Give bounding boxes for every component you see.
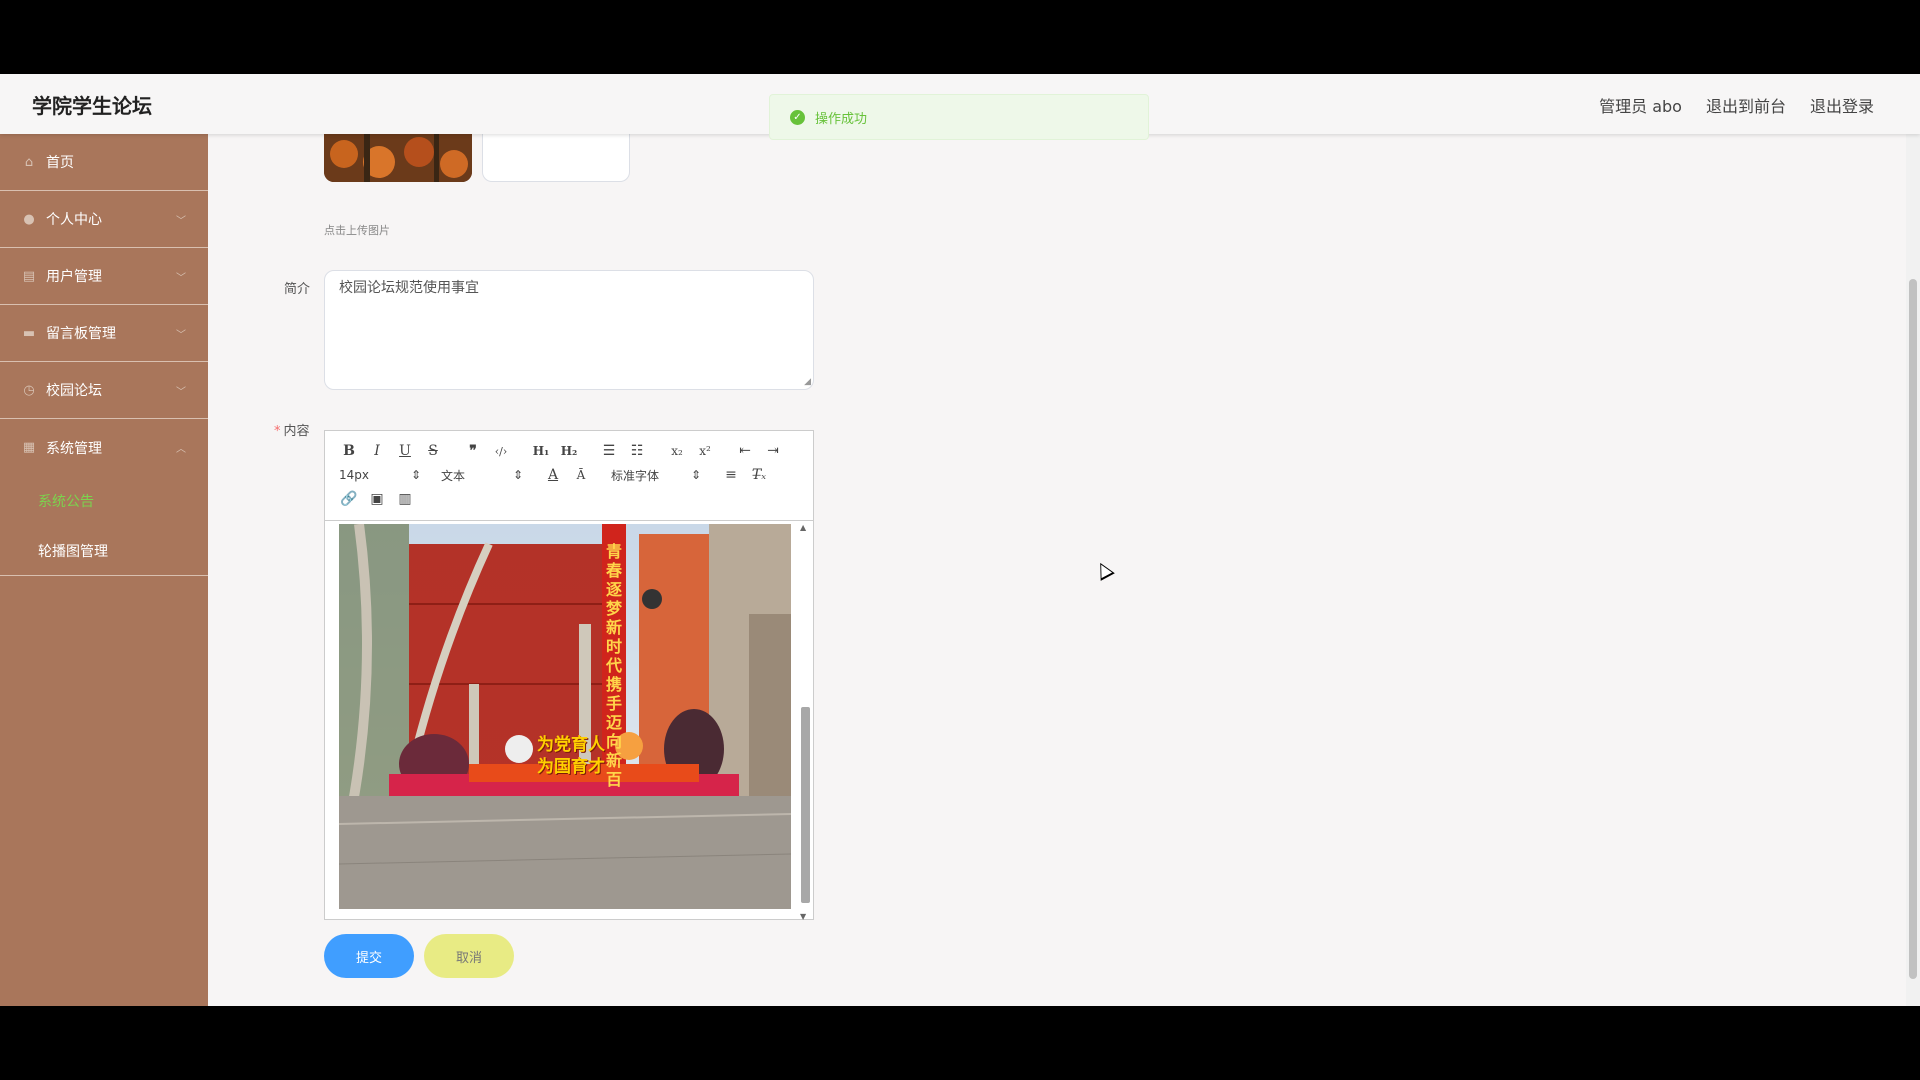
subscript-icon[interactable]: x₂: [663, 439, 691, 463]
sidebar: ⌂ 首页 ● 个人中心 ﹀ ▤ 用户管理 ﹀ ▬ 留言板管理 ﹀ ◷ 校园论坛 …: [0, 134, 208, 1006]
intro-text: 校园论坛规范使用事宜: [339, 280, 479, 296]
font-size-select[interactable]: 14px ⇕: [335, 463, 425, 487]
toast-message: 操作成功: [815, 111, 868, 127]
back-to-frontend-link[interactable]: 退出到前台: [1706, 93, 1786, 117]
app-screen: 学院学生论坛 管理员 abo 退出到前台 退出登录 ✓ 操作成功 ⌂ 首页 ● …: [0, 74, 1920, 1006]
font-color-icon[interactable]: A: [539, 463, 567, 487]
bold-icon[interactable]: B: [335, 439, 363, 463]
content-label-wrap: * 内容: [274, 420, 310, 439]
message-icon: ▬: [22, 325, 36, 341]
upload-hint: 点击上传图片: [324, 224, 390, 237]
editor-toolbar: B I U S ❞ ‹/› H₁ H₂ ☰ ☷ x₂ x² ⇤ ⇥ 14px ⇕…: [325, 431, 813, 521]
superscript-icon[interactable]: x²: [691, 439, 719, 463]
required-mark: *: [274, 424, 281, 439]
scroll-down-icon[interactable]: ▼: [800, 912, 806, 921]
select-arrows-icon: ⇕: [690, 468, 701, 482]
campus-building-photo-icon: [339, 524, 791, 909]
indent-icon[interactable]: ⇥: [759, 439, 787, 463]
bullet-list-icon[interactable]: ☷: [623, 439, 651, 463]
logout-link[interactable]: 退出登录: [1810, 93, 1874, 117]
toolbar-row-3: 🔗 ▣ ▥: [335, 487, 803, 511]
intro-label: 简介: [284, 282, 311, 297]
scroll-up-icon[interactable]: ▲: [800, 523, 806, 532]
video-icon[interactable]: ▥: [391, 487, 419, 511]
slogan-line-2: 为国育才: [537, 757, 605, 777]
submit-button[interactable]: 提交: [324, 934, 414, 978]
font-size-value: 14px: [339, 468, 369, 482]
ordered-list-icon[interactable]: ☰: [595, 439, 623, 463]
chevron-up-icon: ︿: [176, 444, 186, 455]
sidebar-item-messages[interactable]: ▬ 留言板管理 ﹀: [0, 305, 208, 362]
select-arrows-icon: ⇕: [410, 468, 421, 482]
sidebar-item-forum[interactable]: ◷ 校园论坛 ﹀: [0, 362, 208, 419]
toolbar-row-2: 14px ⇕ 文本 ⇕ A Ā 标准字体 ⇕ ≡ T̶ₓ: [335, 463, 803, 487]
sidebar-item-label: 留言板管理: [46, 326, 116, 342]
success-toast: ✓ 操作成功: [769, 94, 1149, 140]
code-block-icon[interactable]: ‹/›: [487, 439, 515, 463]
heading2-icon[interactable]: H₂: [555, 439, 583, 463]
sidebar-item-label: 用户管理: [46, 269, 102, 285]
blockquote-icon[interactable]: ❞: [459, 439, 487, 463]
admin-user-label[interactable]: 管理员 abo: [1599, 93, 1682, 117]
heading1-icon[interactable]: H₁: [527, 439, 555, 463]
header-links: 管理员 abo 退出到前台 退出登录: [1599, 93, 1874, 117]
editor-scrollbar[interactable]: ▲ ▼: [799, 521, 811, 921]
clock-icon: ◷: [23, 382, 35, 398]
select-arrows-icon: ⇕: [512, 468, 523, 482]
sidebar-item-profile[interactable]: ● 个人中心 ﹀: [0, 191, 208, 248]
home-icon: ⌂: [24, 154, 34, 170]
underline-icon[interactable]: U: [391, 439, 419, 463]
page-scroll-thumb[interactable]: [1909, 279, 1917, 979]
vertical-banner-text: 青春逐梦新时代 携手迈向新百: [605, 542, 622, 789]
link-icon[interactable]: 🔗: [335, 487, 363, 511]
rich-text-editor: B I U S ❞ ‹/› H₁ H₂ ☰ ☷ x₂ x² ⇤ ⇥ 14px ⇕…: [324, 430, 814, 921]
flowers-thumbnail-icon: [324, 134, 472, 182]
clear-format-icon[interactable]: T̶ₓ: [745, 463, 773, 487]
check-circle-icon: ✓: [790, 109, 805, 125]
editor-scroll-thumb[interactable]: [801, 707, 810, 903]
outdent-icon[interactable]: ⇤: [731, 439, 759, 463]
strikethrough-icon[interactable]: S: [419, 439, 447, 463]
intro-textarea[interactable]: 校园论坛规范使用事宜 ◢: [324, 270, 814, 390]
uploaded-image-thumbnail[interactable]: [324, 134, 472, 182]
sidebar-item-home[interactable]: ⌂ 首页: [0, 134, 208, 191]
chevron-down-icon: ﹀: [176, 387, 186, 398]
text-style-value: 文本: [441, 468, 466, 483]
grid-icon: ▦: [22, 440, 36, 455]
sidebar-item-label: 个人中心: [46, 212, 102, 228]
text-style-select[interactable]: 文本 ⇕: [437, 463, 527, 487]
main-content: 点击上传图片 简介 校园论坛规范使用事宜 ◢ * 内容 B I U S ❞ ‹/›…: [208, 134, 1908, 1006]
font-family-select[interactable]: 标准字体 ⇕: [607, 463, 705, 487]
sidebar-item-system[interactable]: ▦ 系统管理 ︿: [0, 419, 208, 476]
chevron-down-icon: ﹀: [176, 216, 186, 227]
user-icon: ●: [23, 211, 35, 227]
sidebar-subitem-carousel[interactable]: 轮播图管理: [0, 526, 208, 576]
sidebar-item-label: 校园论坛: [46, 383, 102, 399]
content-label: 内容: [283, 424, 310, 439]
cancel-button[interactable]: 取消: [424, 934, 514, 978]
chevron-down-icon: ﹀: [176, 330, 186, 341]
clipboard-icon: ▤: [22, 268, 36, 284]
app-title: 学院学生论坛: [32, 94, 152, 118]
sidebar-item-label: 首页: [46, 155, 74, 171]
image-icon[interactable]: ▣: [363, 487, 391, 511]
font-family-value: 标准字体: [611, 468, 660, 483]
chevron-down-icon: ﹀: [176, 273, 186, 284]
sidebar-subitem-announcements[interactable]: 系统公告: [0, 476, 208, 526]
resize-handle-icon[interactable]: ◢: [804, 377, 811, 387]
italic-icon[interactable]: I: [363, 439, 391, 463]
align-icon[interactable]: ≡: [717, 463, 745, 487]
page-scrollbar[interactable]: [1906, 134, 1920, 1006]
sidebar-item-users[interactable]: ▤ 用户管理 ﹀: [0, 248, 208, 305]
toolbar-row-1: B I U S ❞ ‹/› H₁ H₂ ☰ ☷ x₂ x² ⇤ ⇥: [335, 439, 803, 463]
editor-content-image[interactable]: 青春逐梦新时代 携手迈向新百 为党育人 为国育才: [339, 524, 791, 909]
upload-image-box[interactable]: [482, 134, 630, 182]
sidebar-item-label: 系统管理: [46, 440, 102, 457]
background-color-icon[interactable]: Ā: [567, 463, 595, 487]
